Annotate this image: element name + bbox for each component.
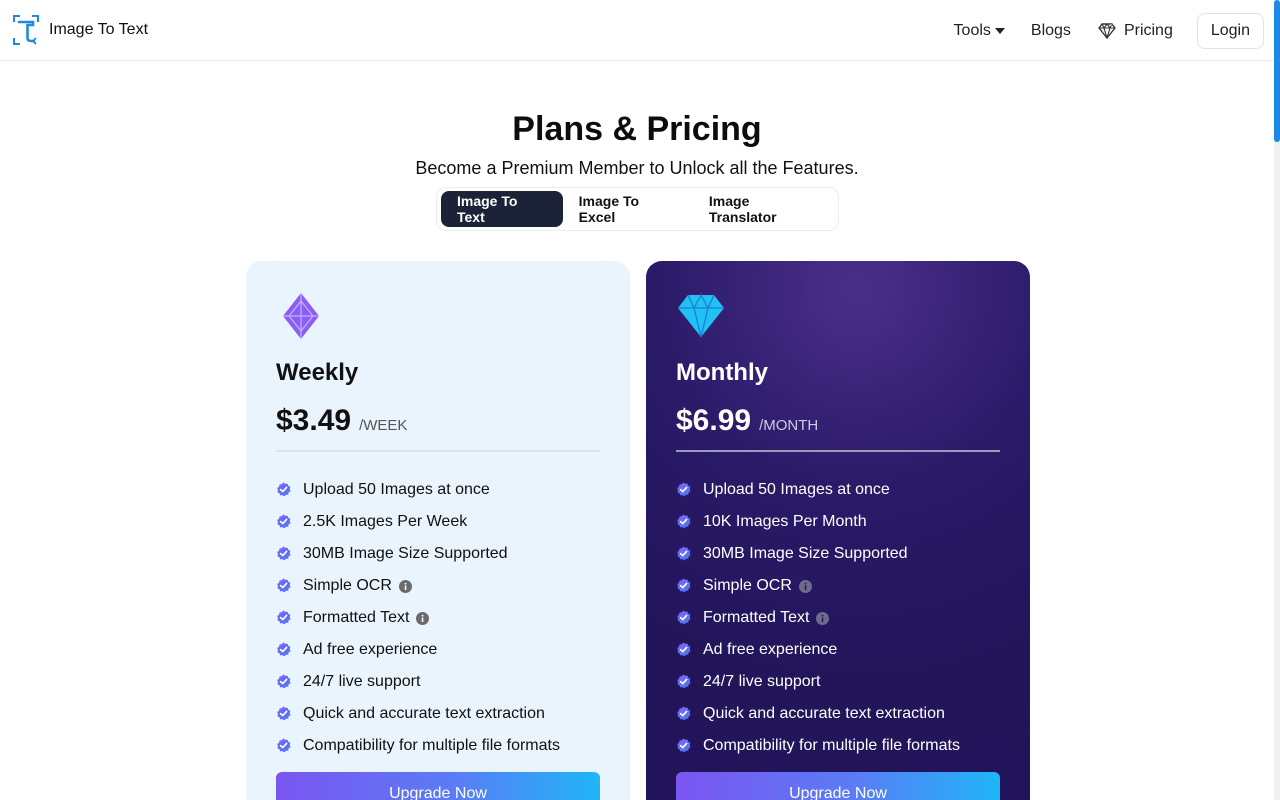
check-badge-icon [276,706,291,721]
logo[interactable]: Image To Text [12,14,148,46]
check-badge-icon [276,610,291,625]
check-badge-icon [276,642,291,657]
product-tabs: Image To Text Image To Excel Image Trans… [436,187,839,231]
check-badge-icon [676,642,691,657]
feature-text: Compatibility for multiple file formats [303,737,560,754]
plan-period: /MONTH [759,417,819,434]
info-icon[interactable] [416,612,430,625]
feature-item: Ad free experience [676,641,1000,673]
feature-item: Simple OCR [276,577,600,609]
scrollbar-thumb[interactable] [1274,0,1280,142]
feature-text: Ad free experience [303,641,438,658]
tab-image-translator[interactable]: Image Translator [693,191,834,227]
check-badge-icon [276,514,291,529]
plan-name: Weekly [276,359,359,386]
feature-item: Upload 50 Images at once [676,481,1000,513]
feature-list: Upload 50 Images at once 10K Images Per … [676,481,1000,769]
blue-diamond-icon [678,293,724,338]
nav-tools[interactable]: Tools [954,22,1005,40]
check-badge-icon [676,674,691,689]
logo-icon [13,15,39,45]
nav-pricing-label: Pricing [1123,22,1173,39]
scrollbar[interactable] [1274,0,1280,800]
check-badge-icon [276,578,291,593]
info-icon[interactable] [816,612,830,625]
feature-list: Upload 50 Images at once 2.5K Images Per… [276,481,600,769]
check-badge-icon [276,738,291,753]
feature-item: Formatted Text [676,609,1000,641]
feature-item: Quick and accurate text extraction [276,705,600,737]
feature-text: 24/7 live support [303,673,421,690]
feature-item: Upload 50 Images at once [276,481,600,513]
feature-text: Upload 50 Images at once [703,481,890,498]
feature-text: 10K Images Per Month [703,513,867,530]
feature-item: Quick and accurate text extraction [676,705,1000,737]
price-row: $3.49 /WEEK [276,404,600,438]
divider [276,450,600,452]
tab-image-to-text[interactable]: Image To Text [441,191,563,227]
plan-price: $6.99 [676,404,752,437]
check-badge-icon [676,514,691,529]
feature-text: 24/7 live support [703,673,821,690]
feature-text: Simple OCR [703,577,792,594]
feature-item: 10K Images Per Month [676,513,1000,545]
feature-item: 24/7 live support [676,673,1000,705]
price-row: $6.99 /MONTH [676,404,1000,438]
main-nav: Tools Blogs Pricing Login [954,13,1264,49]
feature-item: Formatted Text [276,609,600,641]
page-title: Plans & Pricing [512,110,762,148]
check-badge-icon [676,578,691,593]
feature-text: Formatted Text [703,609,810,626]
login-button[interactable]: Login [1196,13,1264,49]
check-badge-icon [676,738,691,753]
top-navbar: Image To Text Tools Blogs Pricing Login [0,0,1274,61]
plan-name: Monthly [676,359,768,386]
divider [676,450,1000,452]
feature-text: Compatibility for multiple file formats [703,737,960,754]
feature-item: Compatibility for multiple file formats [276,737,600,769]
nav-pricing[interactable]: Pricing [1098,22,1173,40]
check-badge-icon [276,482,291,497]
check-badge-icon [276,674,291,689]
page-subtitle: Become a Premium Member to Unlock all th… [415,158,859,178]
logo-text: Image To Text [49,21,149,38]
feature-text: Upload 50 Images at once [303,481,490,498]
plan-price: $3.49 [276,404,352,437]
info-icon[interactable] [398,580,412,593]
check-badge-icon [276,546,291,561]
check-badge-icon [676,610,691,625]
check-badge-icon [676,482,691,497]
upgrade-now-button-monthly[interactable]: Upgrade Now [676,772,1000,800]
feature-item: 30MB Image Size Supported [676,545,1000,577]
caret-down-icon [994,27,1005,34]
feature-item: Simple OCR [676,577,1000,609]
feature-item: 24/7 live support [276,673,600,705]
feature-item: Ad free experience [276,641,600,673]
feature-item: 30MB Image Size Supported [276,545,600,577]
tab-image-to-excel[interactable]: Image To Excel [563,191,693,227]
upgrade-now-button-weekly[interactable]: Upgrade Now [276,772,600,800]
feature-text: Ad free experience [703,641,838,658]
purple-gem-icon [283,293,319,339]
feature-text: 2.5K Images Per Week [303,513,468,530]
feature-item: 2.5K Images Per Week [276,513,600,545]
feature-item: Compatibility for multiple file formats [676,737,1000,769]
plan-card-monthly: Monthly $6.99 /MONTH Upload 50 Images at… [646,261,1030,800]
gem-icon [1098,23,1116,39]
plan-period: /WEEK [359,417,408,434]
check-badge-icon [676,706,691,721]
feature-text: 30MB Image Size Supported [303,545,508,562]
check-badge-icon [676,546,691,561]
nav-blogs[interactable]: Blogs [1031,22,1071,40]
feature-text: Quick and accurate text extraction [303,705,545,722]
feature-text: Quick and accurate text extraction [703,705,945,722]
nav-tools-label: Tools [953,22,991,39]
info-icon[interactable] [798,580,812,593]
plan-card-weekly: Weekly $3.49 /WEEK Upload 50 Images at o… [246,261,630,800]
feature-text: Simple OCR [303,577,392,594]
feature-text: 30MB Image Size Supported [703,545,908,562]
feature-text: Formatted Text [303,609,410,626]
